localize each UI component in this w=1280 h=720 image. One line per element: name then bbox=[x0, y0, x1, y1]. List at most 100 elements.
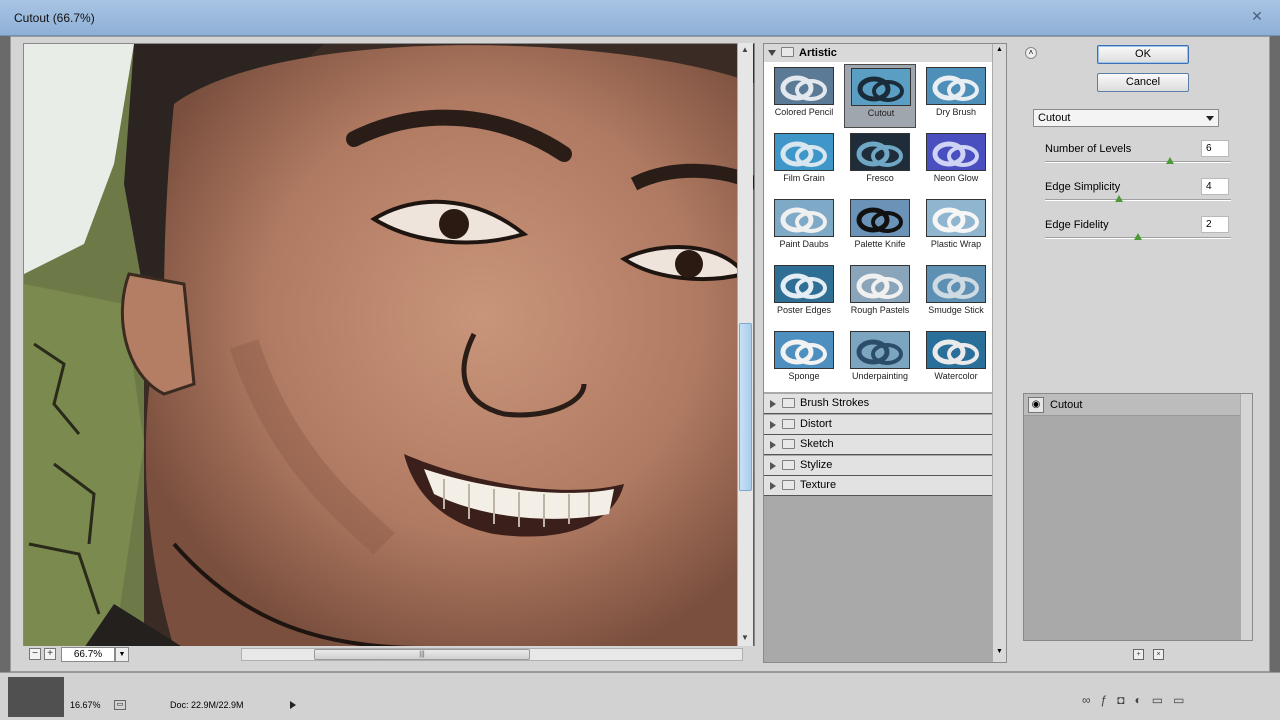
eye-icon[interactable]: ◉ bbox=[1028, 397, 1044, 413]
param-value-input[interactable]: 2 bbox=[1201, 216, 1229, 233]
filter-label: Sponge bbox=[788, 371, 820, 381]
scroll-up-icon[interactable]: ▲ bbox=[741, 45, 749, 54]
filter-label: Film Grain bbox=[783, 173, 825, 183]
scroll-down-icon[interactable]: ▼ bbox=[741, 633, 749, 642]
param-slider-track[interactable] bbox=[1045, 161, 1231, 163]
filter-label: Colored Pencil bbox=[774, 107, 834, 117]
chevron-down-icon[interactable]: ▼ bbox=[115, 647, 129, 662]
category-label: Brush Strokes bbox=[800, 397, 870, 409]
folder-icon bbox=[782, 418, 795, 429]
category-label: Texture bbox=[800, 479, 837, 491]
category-artistic-header[interactable]: Artistic bbox=[764, 44, 992, 62]
category-brush-strokes[interactable]: Brush Strokes bbox=[764, 394, 992, 414]
filter-thumb-film-grain[interactable]: Film Grain bbox=[768, 130, 840, 194]
filter-gallery: Artistic Colored Pencil Cutout Dry Brush Fi… bbox=[763, 43, 1007, 663]
filter-thumb-fresco[interactable]: Fresco bbox=[844, 130, 916, 194]
artistic-filter-grid: Colored Pencil Cutout Dry Brush Film Grain F… bbox=[764, 62, 992, 392]
filter-preview-image bbox=[774, 133, 834, 171]
filter-preview-image bbox=[850, 133, 910, 171]
expand-arrow-icon[interactable] bbox=[770, 482, 776, 490]
vertical-scroll-thumb[interactable] bbox=[739, 323, 752, 491]
filter-preview-image bbox=[774, 67, 834, 105]
folder-icon bbox=[782, 480, 795, 490]
layer-tools-icon[interactable]: ∞ƒ◘◐▭▭ bbox=[1082, 693, 1194, 707]
status-bar: 16.67% ▭ Doc: 22.9M/22.9M ∞ƒ◘◐▭▭ bbox=[0, 672, 1280, 720]
expand-arrow-icon[interactable] bbox=[770, 420, 776, 429]
filter-label: Underpainting bbox=[851, 371, 909, 381]
preview-horizontal-scrollbar[interactable]: ||| bbox=[241, 648, 743, 661]
slider-knob-icon[interactable] bbox=[1165, 157, 1174, 164]
folder-icon bbox=[782, 459, 795, 470]
category-stylize[interactable]: Stylize bbox=[764, 455, 992, 476]
cancel-button[interactable]: Cancel bbox=[1097, 73, 1189, 92]
preview-pane[interactable] bbox=[23, 43, 755, 647]
close-icon[interactable]: ✕ bbox=[1244, 6, 1270, 26]
play-arrow-icon[interactable] bbox=[290, 701, 296, 709]
filter-select[interactable]: Cutout bbox=[1033, 109, 1219, 127]
category-sketch[interactable]: Sketch bbox=[764, 435, 992, 455]
filter-preview-image bbox=[926, 133, 986, 171]
param-edge-simplicity: Edge Simplicity 4 bbox=[1035, 178, 1235, 217]
ok-button[interactable]: OK bbox=[1097, 45, 1189, 64]
filter-label: Neon Glow bbox=[933, 173, 979, 183]
status-zoom[interactable]: 16.67% bbox=[70, 700, 101, 710]
filter-thumb-smudge-stick[interactable]: Smudge Stick bbox=[920, 262, 992, 326]
filter-thumb-dry-brush[interactable]: Dry Brush bbox=[920, 64, 992, 128]
filter-thumb-paint-daubs[interactable]: Paint Daubs bbox=[768, 196, 840, 260]
filter-settings-panel: ˄ OK Cancel Cutout Number of Levels 6 Edge… bbox=[1015, 43, 1267, 667]
filter-preview-image bbox=[850, 199, 910, 237]
document-info-icon[interactable]: ▭ bbox=[114, 700, 126, 710]
layers-scrollbar[interactable] bbox=[1240, 394, 1252, 640]
zoom-out-button[interactable]: − bbox=[29, 648, 41, 660]
filter-thumb-poster-edges[interactable]: Poster Edges bbox=[768, 262, 840, 326]
scroll-up-icon[interactable]: ▲ bbox=[996, 46, 1003, 53]
new-effect-layer-icon[interactable]: + bbox=[1133, 649, 1144, 660]
filter-thumb-underpainting[interactable]: Underpainting bbox=[844, 328, 916, 392]
param-slider-track[interactable] bbox=[1045, 199, 1231, 201]
window-title: Cutout (66.7%) bbox=[14, 11, 95, 25]
param-value-input[interactable]: 4 bbox=[1201, 178, 1229, 195]
filter-thumb-cutout[interactable]: Cutout bbox=[844, 64, 916, 128]
preview-vertical-scrollbar[interactable]: ▲ ▼ bbox=[737, 43, 753, 647]
filter-thumb-sponge[interactable]: Sponge bbox=[768, 328, 840, 392]
filter-preview-image bbox=[926, 199, 986, 237]
zoom-in-button[interactable]: + bbox=[44, 648, 56, 660]
filter-thumb-colored-pencil[interactable]: Colored Pencil bbox=[768, 64, 840, 128]
effect-layer-row[interactable]: ◉ Cutout bbox=[1024, 394, 1240, 416]
filter-preview-image bbox=[850, 265, 910, 303]
delete-effect-layer-icon[interactable]: × bbox=[1153, 649, 1164, 660]
horizontal-scroll-thumb[interactable]: ||| bbox=[314, 649, 530, 660]
param-value-input[interactable]: 6 bbox=[1201, 140, 1229, 157]
filter-preview-image bbox=[774, 265, 834, 303]
filter-label: Rough Pastels bbox=[850, 305, 910, 315]
status-panel-block bbox=[8, 677, 64, 717]
filter-preview-image bbox=[850, 331, 910, 369]
slider-knob-icon[interactable] bbox=[1134, 233, 1142, 240]
filter-preview-image bbox=[926, 265, 986, 303]
category-label: Stylize bbox=[800, 458, 833, 471]
folder-icon bbox=[782, 398, 795, 408]
filter-thumb-neon-glow[interactable]: Neon Glow bbox=[920, 130, 992, 194]
filter-preview-image bbox=[926, 67, 986, 105]
filter-thumb-palette-knife[interactable]: Palette Knife bbox=[844, 196, 916, 260]
param-label: Number of Levels bbox=[1045, 143, 1132, 155]
filter-thumb-watercolor[interactable]: Watercolor bbox=[920, 328, 992, 392]
filter-label: Poster Edges bbox=[776, 305, 832, 315]
filter-thumb-plastic-wrap[interactable]: Plastic Wrap bbox=[920, 196, 992, 260]
slider-knob-icon[interactable] bbox=[1115, 195, 1124, 202]
filter-label: Palette Knife bbox=[854, 239, 906, 249]
filter-label: Paint Daubs bbox=[779, 239, 829, 249]
filter-thumb-rough-pastels[interactable]: Rough Pastels bbox=[844, 262, 916, 326]
gallery-scrollbar[interactable]: ▲ ▼ bbox=[992, 44, 1006, 662]
scroll-down-icon[interactable]: ▼ bbox=[996, 648, 1003, 655]
zoom-level-field[interactable]: 66.7% bbox=[61, 647, 115, 662]
expand-arrow-icon[interactable] bbox=[770, 400, 776, 408]
filter-preview-image bbox=[774, 199, 834, 237]
preview-image bbox=[24, 44, 754, 646]
category-texture[interactable]: Texture bbox=[764, 476, 992, 496]
expand-arrow-icon[interactable] bbox=[770, 461, 776, 470]
category-distort[interactable]: Distort bbox=[764, 414, 992, 435]
expand-arrow-icon[interactable] bbox=[770, 441, 776, 449]
expand-arrow-icon[interactable] bbox=[768, 50, 776, 56]
collapse-icon[interactable]: ˄ bbox=[1025, 47, 1037, 59]
